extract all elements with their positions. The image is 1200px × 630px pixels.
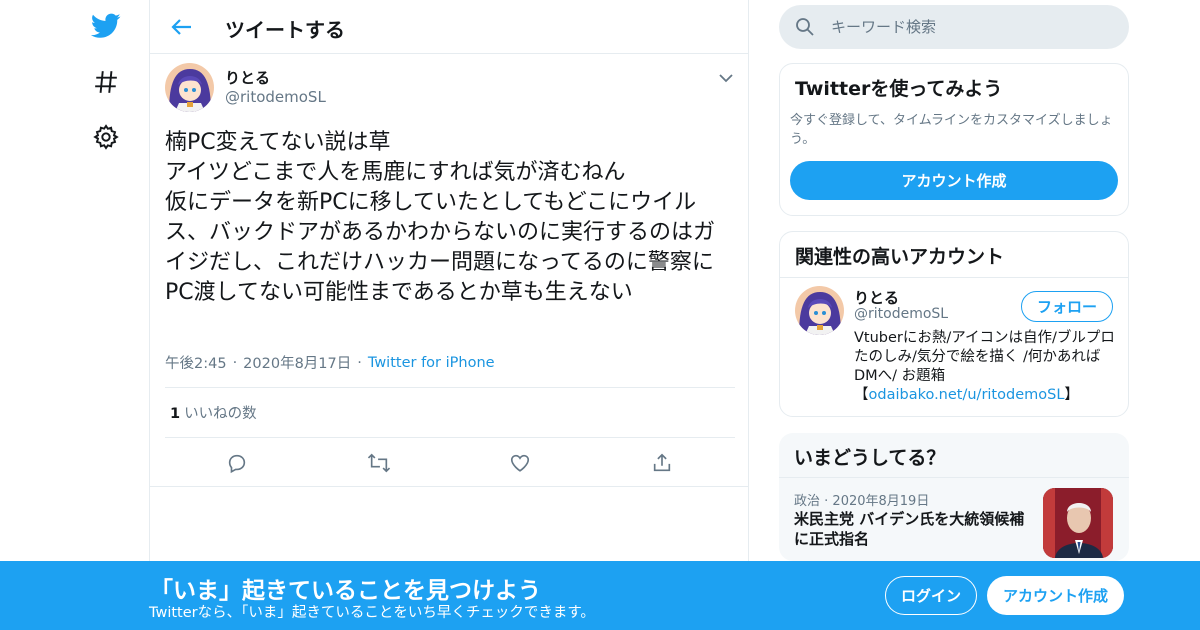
search-bar[interactable] [779, 5, 1129, 49]
search-input[interactable] [831, 18, 1111, 36]
heart-icon[interactable] [506, 449, 534, 477]
back-arrow-icon[interactable] [166, 12, 196, 42]
separator-dot: · [232, 354, 238, 371]
page-header: ツイートする [150, 0, 748, 54]
related-name[interactable]: りとる [854, 287, 899, 308]
share-icon[interactable] [648, 449, 676, 477]
gear-icon[interactable] [88, 119, 124, 155]
author-avatar[interactable] [165, 63, 214, 112]
trend-headline[interactable]: 米民主党 バイデン氏を大統領候補に正式指名 [794, 509, 1034, 549]
bottom-cta-bar: 「いま」起きていることを見つけよう Twitterなら、「いま」起きていることを… [0, 561, 1200, 630]
related-card-title: 関連性の高いアカウント [780, 232, 1128, 278]
tweet-date[interactable]: 2020年8月17日 [243, 352, 351, 373]
related-bio: Vtuberにお熱/アイコンは自作/ブルプロたのしみ/気分で絵を描く /何かあれ… [854, 329, 1116, 405]
trend-date: 2020年8月19日 [832, 494, 930, 509]
bio-bracket-close: 】 [1064, 387, 1079, 403]
separator-dot: · [357, 354, 362, 371]
reply-icon[interactable] [223, 449, 251, 477]
author-handle[interactable]: @ritodemoSL [225, 88, 326, 106]
bottom-bar-title: 「いま」起きていることを見つけよう [150, 578, 541, 604]
divider [165, 387, 735, 388]
trend-image[interactable] [1043, 488, 1113, 558]
trend-meta: 政治 · 2020年8月19日 [794, 490, 929, 509]
divider [165, 437, 735, 438]
signup-button[interactable]: アカウント作成 [987, 576, 1124, 615]
like-count: 1 [170, 406, 181, 422]
tweet-source[interactable]: Twitter for iPhone [368, 355, 495, 371]
tweet-text: 楠PC変えてない説は草 アイツどこまで人を馬鹿にすれば気が済むねん 仮にデータを… [165, 130, 716, 305]
tweet-column: ツイートする りとる @ritodemoSL 楠PC変えてない説は草 アイツどこ… [149, 0, 749, 630]
tweet-time[interactable]: 午後2:45 [165, 352, 227, 373]
like-count-row[interactable]: 1 いいねの数 [170, 402, 257, 423]
left-nav [80, 0, 130, 630]
twitter-logo-icon[interactable] [88, 8, 124, 44]
signup-card: Twitterを使ってみよう 今すぐ登録して、タイムラインをカスタマイズしましょ… [779, 63, 1129, 216]
bio-bracket-open: 【 [854, 387, 869, 403]
bio-link[interactable]: odaibako.net/u/ritodemoSL [869, 387, 1065, 403]
trends-card: いまどうしてる？ 政治 · 2020年8月19日 米民主党 バイデン氏を大統領候… [779, 433, 1129, 561]
hashtag-icon[interactable] [88, 64, 124, 100]
bio-text: Vtuberにお熱/アイコンは自作/ブルプロたのしみ/気分で絵を描く /何かあれ… [854, 330, 1115, 384]
signup-card-title: Twitterを使ってみよう [795, 78, 1003, 100]
chevron-down-icon[interactable] [716, 68, 736, 88]
retweet-icon[interactable] [365, 449, 393, 477]
divider [150, 486, 748, 487]
search-icon [779, 17, 831, 37]
tweet-meta: 午後2:45 · 2020年8月17日 · Twitter for iPhone [165, 352, 495, 373]
author-name[interactable]: りとる [225, 67, 270, 88]
signup-card-subtitle: 今すぐ登録して、タイムラインをカスタマイズしましょう。 [790, 113, 1113, 147]
follow-button[interactable]: フォロー [1021, 291, 1113, 322]
related-accounts-card: 関連性の高いアカウント りとる @ritodemoSL フォロー Vtuberに… [779, 231, 1129, 417]
trends-title: いまどうしてる？ [779, 433, 1129, 478]
create-account-button[interactable]: アカウント作成 [790, 161, 1118, 200]
tweet-actions [165, 443, 735, 483]
page-title: ツイートする [225, 18, 345, 42]
like-label: いいねの数 [184, 406, 257, 422]
bottom-bar-subtitle: Twitterなら、「いま」起きていることをいち早くチェックできます。 [149, 605, 595, 621]
login-button[interactable]: ログイン [885, 576, 977, 615]
related-handle[interactable]: @ritodemoSL [854, 306, 948, 322]
related-avatar[interactable] [795, 286, 844, 335]
trend-category: 政治 [794, 494, 821, 509]
